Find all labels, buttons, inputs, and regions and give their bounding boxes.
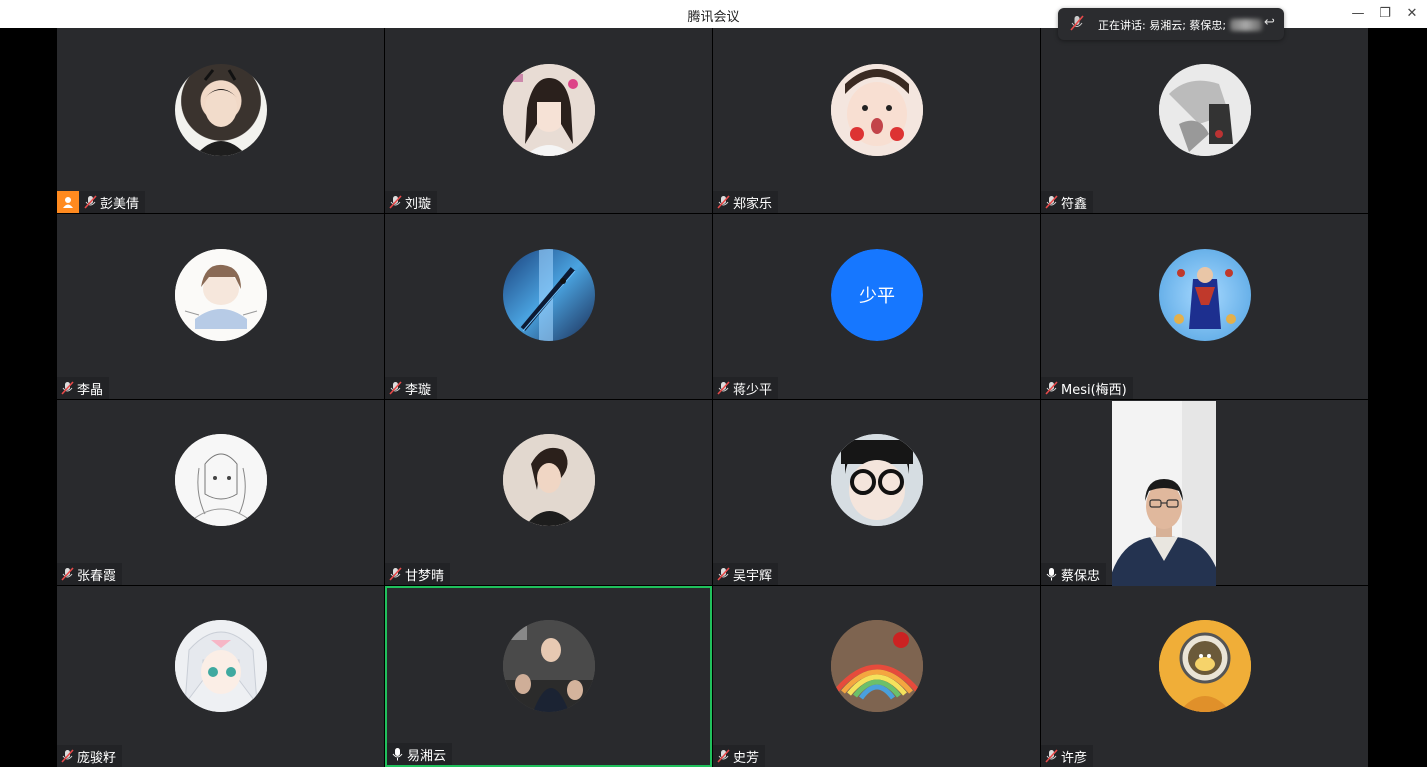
participant-name: 甘梦晴 bbox=[405, 568, 445, 584]
avatar bbox=[503, 434, 595, 526]
muted-mic-icon bbox=[1045, 381, 1058, 395]
avatar bbox=[1159, 249, 1251, 341]
participant-name: 庞骏籽 bbox=[77, 750, 117, 766]
name-label: 甘梦晴 bbox=[385, 563, 451, 585]
collapse-icon[interactable]: ↩ bbox=[1264, 15, 1280, 31]
avatar bbox=[503, 64, 595, 156]
participant-name: 许彦 bbox=[1061, 750, 1088, 766]
participant-tile-2[interactable]: 刘璇 bbox=[385, 28, 712, 213]
participant-tile-10[interactable]: 甘梦晴 bbox=[385, 400, 712, 585]
name-label: 许彦 bbox=[1041, 745, 1094, 767]
participant-name: Mesi(梅西) bbox=[1061, 382, 1127, 398]
participant-tile-3[interactable]: 郑家乐 bbox=[713, 28, 1040, 213]
name-label: 张春霞 bbox=[57, 563, 123, 585]
camera-video bbox=[1112, 401, 1216, 586]
participant-name: 吴宇辉 bbox=[733, 568, 773, 584]
name-label: 郑家乐 bbox=[713, 191, 779, 213]
muted-mic-icon bbox=[717, 195, 730, 209]
participant-tile-9[interactable]: 张春霞 bbox=[57, 400, 384, 585]
muted-mic-icon bbox=[1045, 749, 1058, 763]
mic-icon bbox=[392, 748, 403, 761]
avatar bbox=[831, 434, 923, 526]
participant-tile-16[interactable]: 许彦 bbox=[1041, 586, 1368, 767]
avatar bbox=[1159, 620, 1251, 712]
avatar-initials: 少平 bbox=[831, 249, 923, 341]
participant-name: 符鑫 bbox=[1061, 196, 1088, 212]
participant-tile-6[interactable]: 李璇 bbox=[385, 214, 712, 399]
avatar bbox=[503, 249, 595, 341]
participant-tile-5[interactable]: 李晶 bbox=[57, 214, 384, 399]
name-label: 吴宇辉 bbox=[713, 563, 779, 585]
restore-button[interactable]: ❐ bbox=[1374, 4, 1396, 24]
avatar bbox=[831, 64, 923, 156]
avatar bbox=[1159, 64, 1251, 156]
muted-mic-icon bbox=[61, 381, 74, 395]
speaking-indicator[interactable]: 正在讲话: 易湘云; 蔡保忠; ↩ bbox=[1058, 8, 1284, 40]
participant-tile-7[interactable]: 少平 蒋少平 bbox=[713, 214, 1040, 399]
participant-name: 易湘云 bbox=[407, 748, 447, 764]
host-icon bbox=[57, 191, 79, 213]
participant-name: 蔡保忠 bbox=[1061, 568, 1101, 584]
participant-grid: 彭美倩 刘璇 郑家乐 符鑫 李晶 李璇 少平 蒋少平 Mesi(梅西) 张春霞 … bbox=[57, 28, 1368, 767]
avatar bbox=[175, 249, 267, 341]
participant-name: 蒋少平 bbox=[733, 382, 773, 398]
muted-mic-icon bbox=[717, 749, 730, 763]
muted-mic-icon bbox=[389, 381, 402, 395]
muted-mic-icon bbox=[717, 567, 730, 581]
speaking-text: 正在讲话: 易湘云; 蔡保忠; bbox=[1098, 19, 1227, 32]
participant-name: 李璇 bbox=[405, 382, 432, 398]
name-label: 易湘云 bbox=[387, 743, 453, 765]
avatar bbox=[503, 620, 595, 712]
name-label: 李璇 bbox=[385, 377, 438, 399]
name-label: 史芳 bbox=[713, 745, 766, 767]
participant-name: 李晶 bbox=[77, 382, 104, 398]
participant-tile-1[interactable]: 彭美倩 bbox=[57, 28, 384, 213]
name-label: 庞骏籽 bbox=[57, 745, 123, 767]
avatar bbox=[831, 620, 923, 712]
muted-mic-icon bbox=[61, 567, 74, 581]
participant-name: 史芳 bbox=[733, 750, 760, 766]
name-label: 李晶 bbox=[57, 377, 110, 399]
muted-mic-icon bbox=[389, 195, 402, 209]
muted-mic-icon bbox=[717, 381, 730, 395]
participant-tile-14-active-speaker[interactable]: 易湘云 bbox=[385, 586, 712, 767]
participant-name: 张春霞 bbox=[77, 568, 117, 584]
participant-name: 郑家乐 bbox=[733, 196, 773, 212]
participant-tile-4[interactable]: 符鑫 bbox=[1041, 28, 1368, 213]
minimize-button[interactable]: — bbox=[1347, 4, 1369, 24]
name-label: 符鑫 bbox=[1041, 191, 1094, 213]
avatar bbox=[175, 620, 267, 712]
participant-tile-13[interactable]: 庞骏籽 bbox=[57, 586, 384, 767]
muted-mic-icon bbox=[61, 749, 74, 763]
participant-tile-8[interactable]: Mesi(梅西) bbox=[1041, 214, 1368, 399]
participant-name: 彭美倩 bbox=[100, 196, 140, 212]
close-button[interactable]: ✕ bbox=[1401, 4, 1423, 24]
participant-tile-15[interactable]: 史芳 bbox=[713, 586, 1040, 767]
avatar bbox=[175, 64, 267, 156]
avatar: 少平 bbox=[831, 249, 923, 341]
muted-mic-icon bbox=[389, 567, 402, 581]
name-label: 蒋少平 bbox=[713, 377, 779, 399]
name-label: 蔡保忠 bbox=[1041, 563, 1107, 585]
muted-mic-icon bbox=[84, 195, 97, 209]
mic-icon bbox=[1046, 568, 1057, 581]
participant-name: 刘璇 bbox=[405, 196, 432, 212]
name-label: 彭美倩 bbox=[57, 191, 146, 213]
speaking-mic-icon bbox=[1070, 15, 1084, 31]
participant-tile-11[interactable]: 吴宇辉 bbox=[713, 400, 1040, 585]
muted-mic-icon bbox=[1045, 195, 1058, 209]
name-label: Mesi(梅西) bbox=[1041, 377, 1133, 399]
avatar bbox=[175, 434, 267, 526]
name-label: 刘璇 bbox=[385, 191, 438, 213]
blurred-content bbox=[1230, 19, 1262, 31]
